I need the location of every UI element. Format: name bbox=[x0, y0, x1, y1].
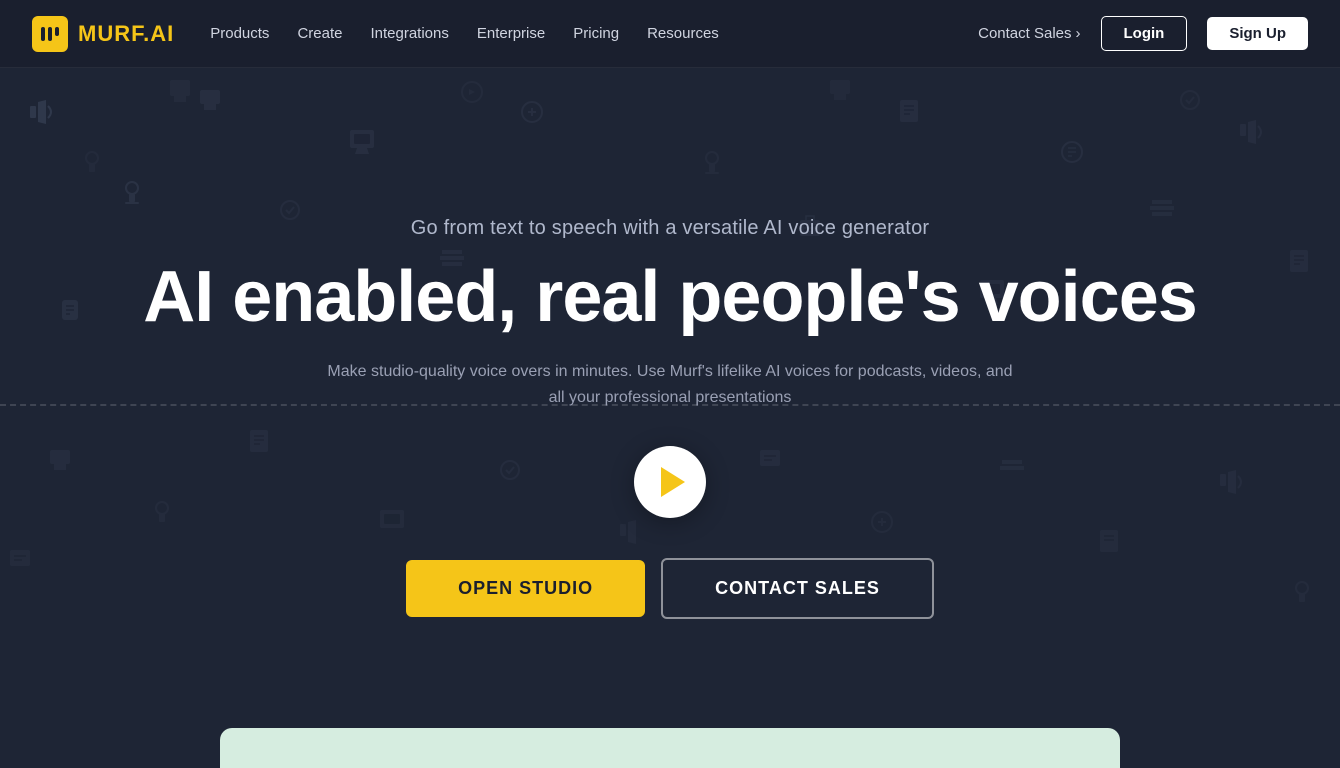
bottom-card-preview bbox=[220, 728, 1120, 768]
login-button[interactable]: Login bbox=[1101, 16, 1188, 51]
hero-content: Go from text to speech with a versatile … bbox=[0, 217, 1340, 619]
hero-description: Make studio-quality voice overs in minut… bbox=[320, 359, 1020, 410]
hero-section: Go from text to speech with a versatile … bbox=[0, 0, 1340, 768]
chevron-right-icon: › bbox=[1076, 25, 1081, 42]
nav-item-resources[interactable]: Resources bbox=[647, 25, 719, 42]
hero-title: AI enabled, real people's voices bbox=[143, 258, 1197, 337]
cta-buttons: OPEN STUDIO CONTACT SALES bbox=[406, 558, 934, 619]
nav-links: Products Create Integrations Enterprise … bbox=[210, 25, 719, 42]
logo-text: MURF.AI bbox=[78, 21, 174, 47]
navbar: MURF.AI Products Create Integrations Ent… bbox=[0, 0, 1340, 68]
nav-item-create[interactable]: Create bbox=[297, 25, 342, 42]
play-button-wrapper bbox=[634, 446, 706, 518]
nav-item-enterprise[interactable]: Enterprise bbox=[477, 25, 545, 42]
contact-sales-nav[interactable]: Contact Sales › bbox=[978, 25, 1080, 42]
play-button[interactable] bbox=[634, 446, 706, 518]
nav-item-products[interactable]: Products bbox=[210, 25, 269, 42]
contact-sales-button[interactable]: CONTACT SALES bbox=[661, 558, 934, 619]
hero-subtitle: Go from text to speech with a versatile … bbox=[411, 217, 930, 240]
play-icon bbox=[661, 467, 685, 497]
nav-item-integrations[interactable]: Integrations bbox=[370, 25, 448, 42]
logo[interactable]: MURF.AI bbox=[32, 16, 174, 52]
logo-icon bbox=[32, 16, 68, 52]
nav-item-pricing[interactable]: Pricing bbox=[573, 25, 619, 42]
nav-left: MURF.AI Products Create Integrations Ent… bbox=[32, 16, 719, 52]
open-studio-button[interactable]: OPEN STUDIO bbox=[406, 560, 645, 617]
signup-button[interactable]: Sign Up bbox=[1207, 17, 1308, 50]
nav-right: Contact Sales › Login Sign Up bbox=[978, 16, 1308, 51]
